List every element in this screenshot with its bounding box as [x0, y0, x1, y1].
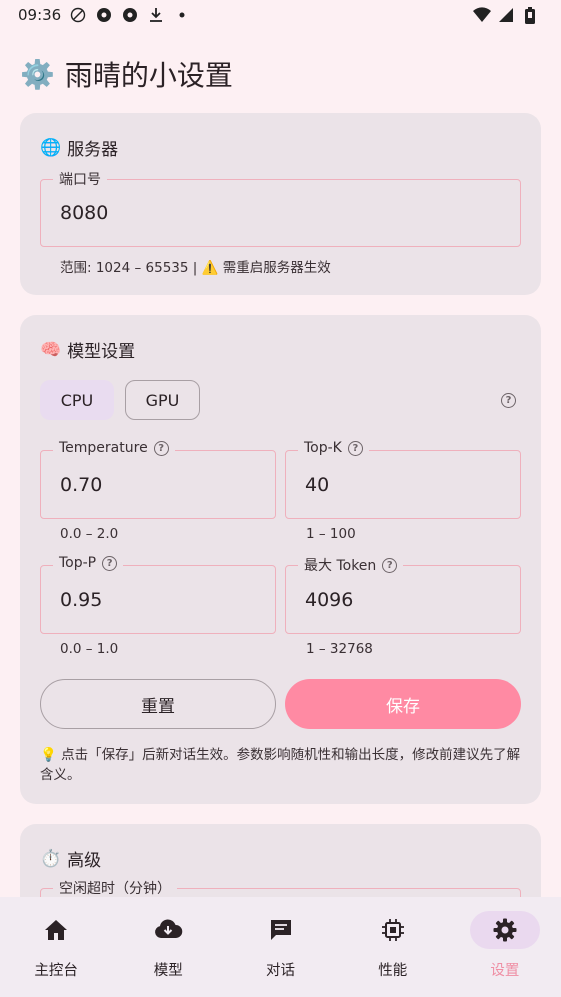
nav-label: 模型: [153, 963, 183, 979]
help-icon[interactable]: ?: [501, 393, 516, 408]
idle-timeout-label: 空闲超时（分钟）: [53, 878, 177, 898]
aperture-icon: [95, 6, 113, 24]
dot-icon: [173, 6, 191, 24]
nav-label: 主控台: [34, 963, 78, 979]
temperature-field[interactable]: Temperature ? 0.70: [40, 440, 276, 519]
nav-item-settings[interactable]: 设置: [449, 897, 561, 997]
model-note: 💡 点击「保存」后新对话生效。参数影响随机性和输出长度，修改前建议先了解含义。: [40, 747, 521, 783]
nav-label: 对话: [266, 963, 295, 979]
advanced-header: ⏱️ 高级: [40, 846, 102, 872]
port-input[interactable]: 8080: [60, 180, 108, 246]
port-hint: 范围: 1024 – 65535 | ⚠️ 需重启服务器生效: [60, 260, 331, 276]
page-title: ⚙️ 雨晴的小设置: [20, 52, 233, 96]
timer-icon: ⏱️: [40, 848, 62, 869]
brain-icon: 🧠: [40, 339, 62, 360]
topk-input[interactable]: 40: [305, 451, 329, 518]
no-sync-icon: [69, 6, 87, 24]
help-icon[interactable]: ?: [153, 440, 169, 456]
server-header-text: 服务器: [67, 140, 119, 160]
nav-item-performance[interactable]: 性能: [337, 897, 449, 997]
help-icon[interactable]: ?: [102, 555, 118, 571]
page-title-text: 雨晴的小设置: [64, 59, 233, 92]
signal-icon: [497, 6, 515, 24]
nav-item-dashboard[interactable]: 主控台: [0, 897, 112, 997]
save-button[interactable]: 保存: [285, 679, 521, 729]
gpu-segment[interactable]: GPU: [125, 380, 200, 420]
model-header: 🧠 模型设置: [40, 337, 136, 363]
topp-range: 0.0 – 1.0: [60, 641, 119, 657]
cpu-segment[interactable]: CPU: [40, 380, 114, 420]
maxtoken-field[interactable]: 最大 Token ? 4096: [285, 555, 521, 634]
home-icon: [21, 911, 91, 949]
cloud-download-icon: [133, 911, 203, 949]
gear-icon: [469, 911, 540, 949]
download-icon: [147, 6, 165, 24]
chat-icon: [246, 911, 316, 949]
topp-input[interactable]: 0.95: [60, 566, 102, 633]
status-time: 09:36: [18, 6, 62, 24]
chip-icon: [358, 911, 428, 949]
help-icon[interactable]: ?: [382, 557, 398, 573]
port-field[interactable]: 端口号 8080: [40, 169, 521, 247]
maxtoken-input[interactable]: 4096: [305, 566, 353, 633]
model-header-text: 模型设置: [67, 342, 136, 362]
nav-item-models[interactable]: 模型: [112, 897, 224, 997]
server-card: 🌐 服务器 端口号 8080 范围: 1024 – 65535 | ⚠️ 需重启…: [20, 113, 541, 295]
model-card: 🧠 模型设置 CPU GPU ? Temperature ? 0.70 0.0 …: [20, 315, 541, 804]
gear-emoji-icon: ⚙️: [20, 57, 55, 91]
topk-range: 1 – 100: [306, 526, 356, 542]
nav-item-chat[interactable]: 对话: [224, 897, 336, 997]
help-icon[interactable]: ?: [347, 440, 363, 456]
advanced-header-text: 高级: [67, 851, 102, 871]
topk-field[interactable]: Top-K ? 40: [285, 440, 521, 519]
nav-label: 性能: [378, 963, 408, 979]
temperature-input[interactable]: 0.70: [60, 451, 102, 518]
battery-icon: [521, 6, 539, 24]
reset-button[interactable]: 重置: [40, 679, 276, 729]
temperature-range: 0.0 – 2.0: [60, 526, 119, 542]
server-header: 🌐 服务器: [40, 135, 119, 161]
status-bar: 09:36: [0, 0, 561, 30]
bottom-nav: 主控台 模型 对话 性能 设置: [0, 897, 561, 997]
wifi-icon: [473, 6, 491, 24]
maxtoken-range: 1 – 32768: [306, 641, 373, 657]
nav-label: 设置: [490, 963, 520, 979]
aperture-icon: [121, 6, 139, 24]
globe-icon: 🌐: [40, 137, 62, 158]
topp-field[interactable]: Top-P ? 0.95: [40, 555, 276, 634]
